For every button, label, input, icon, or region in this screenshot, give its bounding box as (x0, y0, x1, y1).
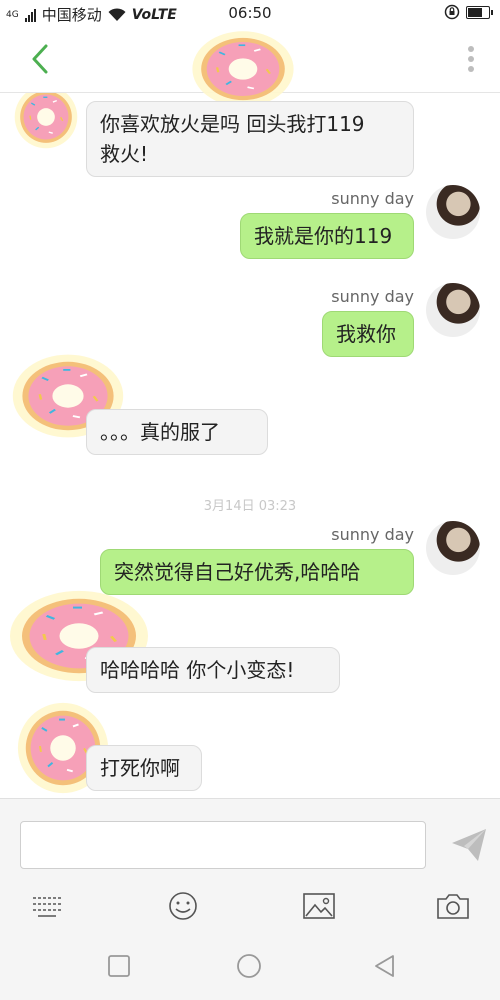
message-text: 哈哈哈哈 你个小变态! (100, 658, 295, 682)
chat-area: 你喜欢放火是吗 回头我打119 救火! sunny day 我就是你的119 s… (0, 93, 500, 798)
message-bubble-outgoing[interactable]: 我救你 (322, 311, 414, 357)
status-bar: 4G 中国移动 VoLTE 06:50 (0, 0, 500, 28)
emoji-icon[interactable] (166, 891, 200, 921)
message-text: 我就是你的119 (254, 224, 393, 248)
chat-header (0, 28, 500, 93)
message-input[interactable] (20, 821, 426, 869)
avatar[interactable] (426, 521, 480, 575)
avatar[interactable] (426, 185, 480, 239)
square-icon[interactable] (106, 953, 132, 979)
message-bubble-incoming[interactable]: 。。。真的服了 (86, 409, 268, 455)
message-text: 突然觉得自己好优秀,哈哈哈 (114, 560, 361, 584)
triangle-back-icon[interactable] (372, 953, 398, 979)
sender-name: sunny day (331, 287, 414, 306)
rotation-lock-icon (444, 4, 460, 20)
keyboard-icon[interactable] (30, 891, 64, 921)
message-bubble-incoming[interactable]: 打死你啊 (86, 745, 202, 791)
status-time: 06:50 (228, 4, 272, 22)
status-right (444, 4, 493, 20)
message-bubble-outgoing[interactable]: 我就是你的119 (240, 213, 414, 259)
message-text: 。。。真的服了 (100, 420, 220, 444)
input-bar (0, 798, 500, 934)
battery-icon (466, 5, 493, 19)
message-text: 你喜欢放火是吗 回头我打119 (100, 112, 365, 136)
message-text: 打死你啊 (100, 756, 180, 780)
message-text: 我救你 (336, 322, 396, 346)
message-bubble-incoming[interactable]: 哈哈哈哈 你个小变态! (86, 647, 340, 693)
sender-name: sunny day (331, 189, 414, 208)
system-nav-bar (0, 933, 500, 1000)
image-icon[interactable] (302, 891, 336, 921)
send-icon[interactable] (450, 827, 488, 863)
message-bubble-incoming[interactable]: 你喜欢放火是吗 回头我打119 救火! (86, 101, 414, 177)
circle-icon[interactable] (236, 953, 262, 979)
camera-icon[interactable] (436, 891, 470, 921)
avatar[interactable] (426, 283, 480, 337)
message-text: 救火! (100, 142, 149, 166)
donut-sticker (10, 93, 82, 151)
message-timestamp: 3月14日 03:23 (203, 499, 297, 514)
chevron-left-icon[interactable] (26, 42, 54, 76)
sender-name: sunny day (331, 525, 414, 544)
more-vertical-icon[interactable] (466, 46, 476, 76)
